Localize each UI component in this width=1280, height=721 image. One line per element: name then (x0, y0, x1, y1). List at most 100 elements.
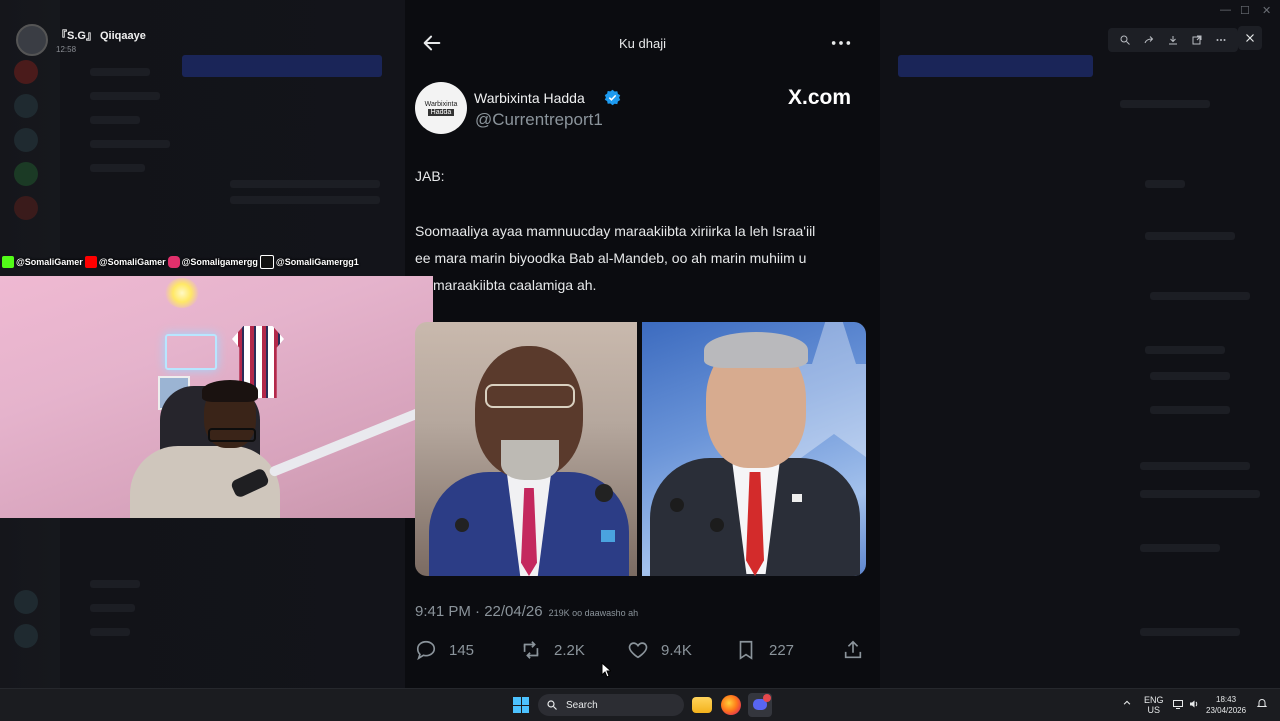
background-channel (90, 604, 135, 612)
webcam-feed (0, 276, 433, 518)
background-channel (90, 116, 140, 124)
background-member (1145, 180, 1185, 188)
mic-arm (268, 404, 430, 478)
repost-icon (523, 641, 539, 659)
background-member (1140, 628, 1240, 636)
volume-icon[interactable] (1188, 698, 1200, 712)
discord-taskbar-button[interactable] (748, 693, 772, 717)
language-code: ENG (1144, 695, 1164, 705)
background-member (1145, 232, 1235, 240)
bookmark-count: 227 (769, 641, 795, 659)
background-channel (90, 580, 140, 588)
kick-icon (2, 256, 14, 268)
site-logo: X.com (788, 86, 852, 109)
background-banner (182, 55, 382, 77)
background-member (1120, 100, 1210, 108)
stream-time: 12:58 (56, 44, 77, 54)
timestamp-text: 9:41 PM · 22/04/26 (415, 603, 543, 620)
tweet-timestamp[interactable]: 9:41 PM · 22/04/26 219K oo daawasho ah (415, 603, 638, 620)
notification-badge (763, 694, 771, 702)
social-tiktok: @SomaliGamergg1 (259, 255, 359, 269)
taskbar-search[interactable]: Search (538, 694, 684, 716)
more-icon[interactable] (1210, 31, 1232, 49)
file-explorer-icon[interactable] (692, 697, 712, 713)
background-member (1140, 490, 1260, 498)
author-avatar[interactable]: Warbixinta Hadda (415, 82, 467, 134)
windows-start-icon[interactable] (513, 697, 529, 713)
upload-share-icon (844, 640, 862, 659)
background-channel (90, 628, 130, 636)
taskbar: Search ENG US 18:43 23/04/2026 (0, 688, 1280, 721)
background-channel (90, 68, 150, 76)
avatar (16, 24, 48, 56)
neon-flag (165, 334, 217, 370)
clock-time: 18:43 (1216, 695, 1237, 704)
background-channel (90, 140, 170, 148)
author-name[interactable]: Warbixinta Hadda (474, 90, 585, 106)
background-banner (898, 55, 1093, 77)
background-member (1150, 406, 1230, 414)
chevron-up-icon[interactable] (1122, 698, 1132, 710)
social-handle: @SomaliGamergg1 (275, 257, 359, 267)
verified-badge-icon (604, 89, 621, 106)
maximize-button[interactable]: ☐ (1240, 4, 1250, 17)
tweet-text-line: JAB: (415, 168, 445, 184)
tweet-text-line: ee mara marin biyoodka Bab al-Mandeb, oo… (415, 250, 807, 266)
social-handle: @Somaligamergg (181, 257, 258, 267)
download-icon[interactable] (1162, 31, 1184, 49)
social-kick: @SomaliGamer (2, 256, 83, 268)
tweet-photo-right[interactable] (642, 322, 866, 576)
background-channel (90, 164, 145, 172)
social-handle: @SomaliGamer (16, 257, 83, 267)
background-member (1150, 372, 1230, 380)
network-icon[interactable] (1172, 698, 1184, 712)
firefox-icon[interactable] (721, 695, 741, 715)
minimize-button[interactable]: — (1220, 4, 1231, 16)
reply-count: 145 (449, 641, 475, 659)
streamer-hair (202, 380, 258, 402)
bookmark-button[interactable]: 227 (735, 638, 794, 662)
window-close-button[interactable]: ✕ (1262, 4, 1271, 17)
like-count: 9.4K (661, 641, 692, 659)
clock-date: 23/04/2026 (1206, 706, 1247, 715)
instagram-icon (167, 256, 180, 268)
share-icon[interactable] (1138, 31, 1160, 49)
language-indicator[interactable]: ENG US (1144, 695, 1164, 715)
stream-user-name: 『S.G』 Qiiqaaye (56, 29, 146, 42)
tweet-text-line: maraakiibta caalamiga ah. (433, 277, 597, 293)
stream-user-card: 『S.G』 Qiiqaaye 12:58 (16, 24, 146, 56)
author-handle[interactable]: @Currentreport1 (475, 110, 603, 130)
mouse-cursor-icon (601, 662, 611, 678)
zoom-icon[interactable] (1114, 31, 1136, 49)
image-toolbar (1108, 28, 1238, 52)
background-member (1140, 544, 1220, 552)
avatar-logo-line2: Hadda (427, 108, 455, 116)
repost-button[interactable]: 2.2K (520, 638, 585, 662)
taskbar-clock[interactable]: 18:43 23/04/2026 (1206, 694, 1246, 716)
repost-count: 2.2K (554, 641, 585, 659)
like-button[interactable]: 9.4K (627, 638, 692, 662)
neon-light (165, 278, 199, 308)
background-message (230, 180, 380, 188)
social-youtube: @SomaliGamer (84, 256, 166, 268)
viewer-topbar: Ku dhaji (405, 22, 880, 66)
tweet-text-line: Soomaaliya ayaa mamnuucday maraakiibta x… (415, 223, 816, 239)
open-external-icon[interactable] (1186, 31, 1208, 49)
social-instagram: @Somaligamergg (167, 256, 258, 268)
view-count: 219K oo daawasho ah (548, 608, 639, 618)
background-member (1150, 292, 1250, 300)
tweet-photo-left[interactable] (415, 322, 637, 576)
reply-button[interactable]: 145 (415, 638, 474, 662)
streamer-glasses (208, 428, 256, 442)
close-icon[interactable] (1238, 26, 1262, 50)
avatar-logo-line1: Warbixinta (424, 100, 458, 108)
language-region: US (1147, 705, 1161, 715)
background-channel (90, 92, 160, 100)
background-message (230, 196, 380, 204)
notification-bell-icon[interactable] (1256, 697, 1268, 711)
more-horizontal-icon[interactable] (830, 32, 852, 59)
background-member (1145, 346, 1225, 354)
share-button[interactable] (842, 638, 876, 662)
viewer-title: Ku dhaji (619, 36, 666, 51)
search-placeholder: Search (566, 699, 598, 711)
